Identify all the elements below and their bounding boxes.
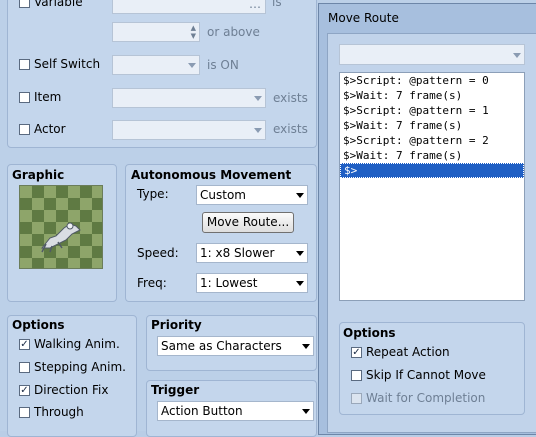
speed-select-value: 1: x8 Slower: [200, 246, 275, 260]
move-route-options-title: Options: [343, 326, 396, 340]
item-suffix: exists: [273, 91, 308, 105]
move-route-target-select[interactable]: [339, 44, 525, 65]
options-title: Options: [12, 318, 65, 332]
move-route-window-title: Move Route: [328, 11, 399, 25]
variable-or-above-spinner[interactable]: ▲ ▼: [112, 22, 200, 42]
wait-for-completion-checkbox: [351, 393, 362, 404]
chevron-down-icon: [188, 63, 196, 68]
stepping-anim-checkbox[interactable]: [19, 362, 30, 373]
chevron-down-icon: [254, 96, 262, 101]
chevron-down-icon: [254, 128, 262, 133]
trigger-select-value: Action Button: [161, 404, 243, 418]
trigger-select[interactable]: Action Button: [157, 401, 314, 421]
direction-fix-checkbox[interactable]: ✓: [19, 385, 30, 396]
self-switch-label: Self Switch: [34, 57, 101, 71]
or-above-label: or above: [207, 25, 260, 39]
ellipsis-icon: …: [249, 0, 261, 11]
freq-select-value: 1: Lowest: [200, 276, 258, 290]
variable-label: Variable: [34, 0, 83, 9]
move-route-command-list[interactable]: $>Script: @pattern = 0 $>Wait: 7 frame(s)…: [339, 72, 525, 301]
variable-checkbox[interactable]: [19, 0, 30, 8]
walking-anim-checkbox[interactable]: ✓: [19, 339, 30, 350]
variable-suffix: is: [272, 0, 282, 9]
command-list-item[interactable]: $>Wait: 7 frame(s): [340, 148, 524, 163]
type-label: Type:: [137, 187, 169, 201]
checkmark-icon: ✓: [352, 347, 361, 358]
walking-anim-label: Walking Anim.: [34, 337, 120, 351]
chevron-down-icon: [302, 409, 310, 414]
direction-fix-label: Direction Fix: [34, 383, 109, 397]
command-list-item[interactable]: $>Script: @pattern = 2: [340, 133, 524, 148]
item-label: Item: [34, 90, 62, 104]
command-list-item[interactable]: $>Wait: 7 frame(s): [340, 88, 524, 103]
self-switch-select[interactable]: [112, 55, 200, 75]
stepping-anim-label: Stepping Anim.: [34, 360, 126, 374]
through-checkbox[interactable]: [19, 407, 30, 418]
repeat-action-checkbox[interactable]: ✓: [351, 347, 362, 358]
actor-checkbox[interactable]: [19, 124, 30, 135]
skip-if-cannot-move-checkbox[interactable]: [351, 370, 362, 381]
chevron-down-icon: [302, 344, 310, 349]
chevron-down-icon: [296, 251, 304, 256]
priority-title: Priority: [151, 318, 202, 332]
type-select[interactable]: Custom: [196, 185, 308, 205]
freq-label: Freq:: [137, 276, 167, 290]
skip-if-cannot-move-label: Skip If Cannot Move: [366, 368, 486, 382]
item-select[interactable]: [112, 88, 266, 108]
command-list-item[interactable]: $>: [340, 163, 524, 178]
priority-select-value: Same as Characters: [161, 339, 282, 353]
checkmark-icon: ✓: [20, 385, 29, 396]
graphic-preview[interactable]: [19, 185, 103, 269]
command-list-item[interactable]: $>Script: @pattern = 0: [340, 73, 524, 88]
through-label: Through: [34, 405, 84, 419]
speed-label: Speed:: [137, 246, 179, 260]
item-checkbox[interactable]: [19, 92, 30, 103]
trigger-title: Trigger: [151, 383, 200, 397]
priority-select[interactable]: Same as Characters: [157, 336, 314, 356]
autonomous-movement-title: Autonomous Movement: [131, 168, 292, 182]
freq-select[interactable]: 1: Lowest: [196, 273, 308, 293]
chevron-down-icon: [296, 193, 304, 198]
checkmark-icon: ✓: [20, 339, 29, 350]
self-switch-suffix: is ON: [207, 58, 239, 72]
move-route-button[interactable]: Move Route...: [202, 212, 294, 233]
command-list-item[interactable]: $>Wait: 7 frame(s): [340, 118, 524, 133]
self-switch-checkbox[interactable]: [19, 59, 30, 70]
actor-select[interactable]: [112, 120, 266, 140]
graphic-title: Graphic: [12, 168, 65, 182]
type-select-value: Custom: [200, 188, 246, 202]
command-list-item[interactable]: $>Script: @pattern = 1: [340, 103, 524, 118]
speed-select[interactable]: 1: x8 Slower: [196, 243, 308, 263]
spinner-arrows-icon: ▲ ▼: [190, 24, 196, 40]
chevron-down-icon: [513, 53, 521, 58]
chevron-down-icon: [296, 281, 304, 286]
character-sprite-icon: [40, 222, 81, 253]
repeat-action-label: Repeat Action: [366, 345, 450, 359]
wait-for-completion-label: Wait for Completion: [366, 391, 486, 405]
actor-label: Actor: [34, 122, 66, 136]
actor-suffix: exists: [273, 122, 308, 136]
variable-select[interactable]: …: [112, 0, 266, 14]
